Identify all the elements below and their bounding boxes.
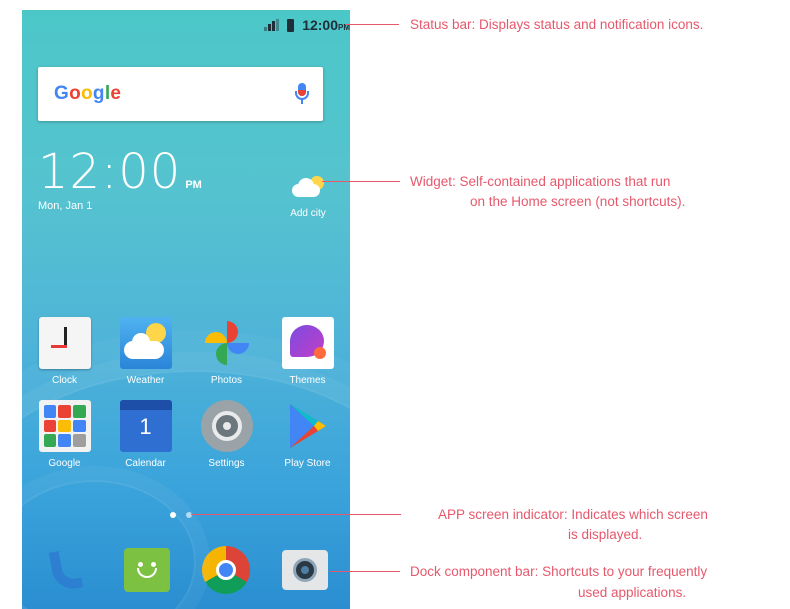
weather-widget[interactable]: Add city	[278, 176, 338, 219]
app-grid: Clock Weather Photos Themes Google 1 Cal…	[22, 317, 350, 483]
calendar-icon: 1	[119, 400, 172, 452]
microphone-icon[interactable]	[295, 83, 309, 105]
callout-line-widget	[322, 181, 400, 182]
play-store-icon	[282, 400, 334, 452]
page-dot-active	[170, 512, 176, 518]
app-label: Calendar	[125, 458, 166, 469]
google-folder-icon	[38, 400, 91, 452]
pinwheel-icon	[201, 317, 253, 369]
dock-messages[interactable]	[117, 542, 177, 596]
chrome-icon	[201, 546, 250, 594]
app-label: Themes	[289, 375, 326, 386]
app-play-store[interactable]: Play Store	[272, 400, 344, 469]
callout-dock-1: Dock component bar: Shortcuts to your fr…	[410, 564, 708, 579]
battery-icon	[287, 18, 295, 32]
dock-chrome[interactable]	[196, 542, 256, 596]
callout-line-status	[345, 24, 399, 25]
app-settings[interactable]: Settings	[191, 400, 263, 469]
callout-indicator-2: is displayed.	[568, 527, 643, 542]
app-themes[interactable]: Themes	[272, 317, 344, 386]
clock-date: Mon, Jan 1	[38, 200, 93, 212]
callout-widget-2: on the Home screen (not shortcuts).	[470, 194, 686, 209]
dock-bar	[22, 542, 350, 596]
status-bar: 12:00PM	[230, 10, 350, 40]
screen-indicator[interactable]	[170, 512, 192, 518]
add-city-label: Add city	[290, 208, 326, 219]
app-label: Play Store	[284, 458, 331, 469]
camera-icon	[281, 550, 328, 590]
app-photos[interactable]: Photos	[191, 317, 263, 386]
dock-phone[interactable]	[38, 542, 98, 596]
callout-line-indicator	[191, 514, 401, 515]
app-label: Settings	[208, 458, 245, 469]
status-time: 12:00PM	[302, 17, 350, 33]
clock-widget[interactable]: 12:00 PM Mon, Jan 1	[38, 148, 202, 212]
weather-icon	[119, 317, 172, 369]
phone-icon	[48, 547, 83, 593]
app-label: Clock	[51, 375, 77, 386]
google-search-bar[interactable]: Google	[38, 67, 323, 121]
callout-line-dock	[330, 571, 400, 572]
page: 12:00PM Google 12:00 PM Mon, Jan 1 Add ci…	[0, 0, 790, 609]
callout-status-bar: Status bar: Displays status and notifica…	[410, 17, 704, 32]
gear-icon	[200, 400, 253, 452]
app-weather[interactable]: Weather	[110, 317, 182, 386]
callout-widget-1: Widget: Self-contained applications that…	[410, 174, 671, 189]
app-calendar[interactable]: 1 Calendar	[110, 400, 182, 469]
app-label: Photos	[210, 375, 243, 386]
phone-home-screen: 12:00PM Google 12:00 PM Mon, Jan 1 Add ci…	[22, 10, 350, 609]
clock-icon	[38, 317, 91, 369]
themes-icon	[281, 317, 334, 369]
callout-indicator-1: APP screen indicator: Indicates which sc…	[438, 507, 708, 522]
app-google-folder[interactable]: Google	[29, 400, 101, 469]
clock-ampm: PM	[185, 179, 202, 191]
clock-time: 12:00	[38, 144, 182, 200]
page-dot	[186, 512, 192, 518]
dock-camera[interactable]	[275, 542, 335, 596]
callout-dock-2: used applications.	[578, 585, 687, 600]
signal-icon	[264, 19, 280, 31]
google-logo: Google	[54, 83, 122, 104]
messages-icon	[123, 548, 170, 592]
app-label: Weather	[126, 375, 165, 386]
app-clock[interactable]: Clock	[29, 317, 101, 386]
cloud-sun-icon	[292, 176, 324, 198]
app-label: Google	[48, 458, 81, 469]
